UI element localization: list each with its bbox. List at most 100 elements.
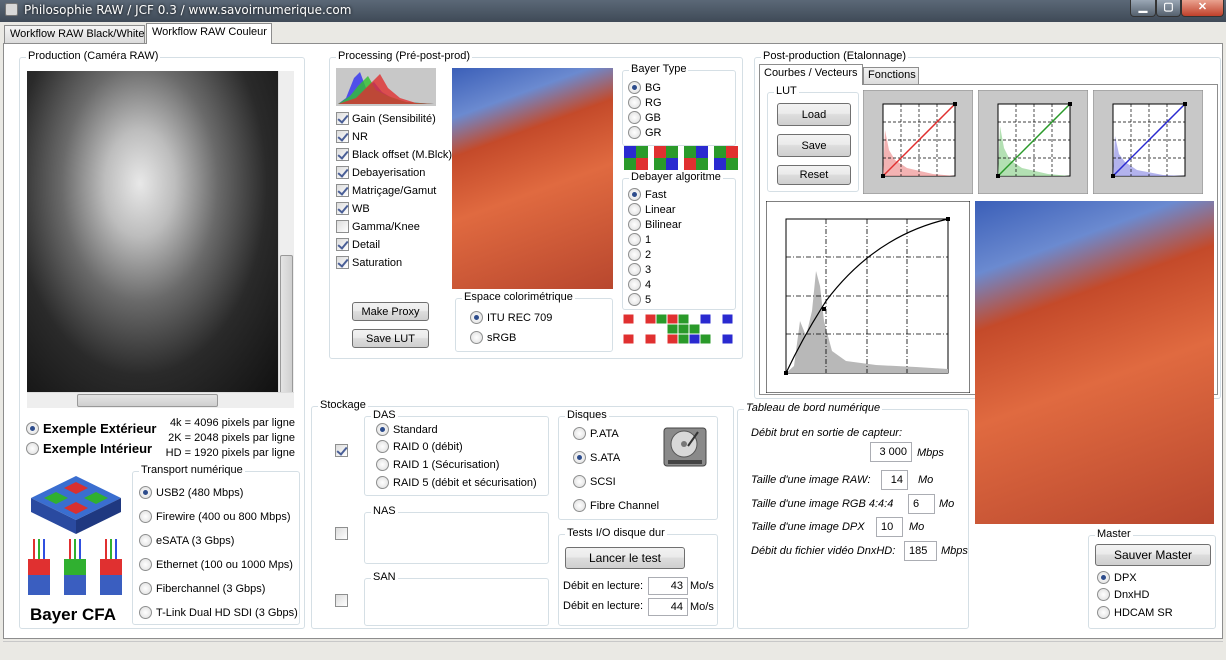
check-black-offset-box[interactable] [336,148,349,161]
maximize-button[interactable]: ▢ [1156,0,1181,17]
transport-esata[interactable]: eSATA (3 Gbps) [139,534,234,547]
check-gain[interactable]: Gain (Sensibilité) [336,112,436,125]
das-raid1-radio[interactable] [376,458,389,471]
check-san-box[interactable] [335,594,348,607]
tab-workflow-bw[interactable]: Workflow RAW Black/White [4,25,145,43]
debayer-3[interactable]: 3 [628,263,651,276]
check-nr[interactable]: NR [336,130,368,143]
master-curve-editor[interactable] [766,201,970,393]
lancer-test-button[interactable]: Lancer le test [565,547,685,569]
transport-tlink-radio[interactable] [139,606,152,619]
das-raid1[interactable]: RAID 1 (Sécurisation) [376,458,499,471]
bayer-bg[interactable]: BG [628,81,661,94]
espace-rec709[interactable]: ITU REC 709 [470,311,552,324]
horizontal-scroll-thumb[interactable] [77,394,218,407]
debayer-5-radio[interactable] [628,293,641,306]
disque-fibre[interactable]: Fibre Channel [573,499,659,512]
disque-fibre-radio[interactable] [573,499,586,512]
minimize-button[interactable]: ▁ [1130,0,1156,17]
save-lut-button[interactable]: Save LUT [352,329,429,348]
debayer-2-radio[interactable] [628,248,641,261]
tab-courbes[interactable]: Courbes / Vecteurs [759,64,863,85]
check-das[interactable] [335,444,351,457]
check-saturation-box[interactable] [336,256,349,269]
horizontal-scrollbar[interactable] [27,392,294,408]
espace-srgb[interactable]: sRGB [470,331,516,344]
check-das-box[interactable] [335,444,348,457]
disque-sata-radio[interactable] [573,451,586,464]
dpx-field[interactable] [876,517,903,537]
debayer-bilinear[interactable]: Bilinear [628,218,682,231]
master-hdcam[interactable]: HDCAM SR [1097,606,1173,619]
check-matricage-box[interactable] [336,184,349,197]
rgb-field[interactable] [908,494,935,514]
read2-field[interactable] [648,598,688,616]
check-san[interactable] [335,594,351,607]
das-raid5-radio[interactable] [376,476,389,489]
debayer-4-radio[interactable] [628,278,641,291]
check-debayerisation[interactable]: Debayerisation [336,166,425,179]
check-detail[interactable]: Detail [336,238,380,251]
transport-firewire-radio[interactable] [139,510,152,523]
das-raid0[interactable]: RAID 0 (débit) [376,440,463,453]
check-wb-box[interactable] [336,202,349,215]
lut-load-button[interactable]: Load [777,103,851,126]
lut-reset-button[interactable]: Reset [777,165,851,185]
make-proxy-button[interactable]: Make Proxy [352,302,429,321]
vertical-scrollbar[interactable] [278,71,294,395]
check-gain-box[interactable] [336,112,349,125]
check-gamma-knee[interactable]: Gamma/Knee [336,220,420,233]
bayer-gr[interactable]: GR [628,126,662,139]
check-detail-box[interactable] [336,238,349,251]
debayer-3-radio[interactable] [628,263,641,276]
transport-esata-radio[interactable] [139,534,152,547]
debayer-fast[interactable]: Fast [628,188,666,201]
dnx-field[interactable] [904,541,937,561]
debayer-fast-radio[interactable] [628,188,641,201]
debayer-1[interactable]: 1 [628,233,651,246]
lut-save-button[interactable]: Save [777,134,851,157]
transport-usb2-radio[interactable] [139,486,152,499]
debayer-2[interactable]: 2 [628,248,651,261]
tab-fonctions[interactable]: Fonctions [863,67,919,84]
bayer-rg[interactable]: RG [628,96,662,109]
master-hdcam-radio[interactable] [1097,606,1110,619]
das-raid0-radio[interactable] [376,440,389,453]
bayer-gr-radio[interactable] [628,126,641,139]
close-button[interactable]: ✕ [1181,0,1224,17]
debayer-5[interactable]: 5 [628,293,651,306]
radio-exterior[interactable]: Exemple Extérieur [26,421,156,436]
radio-exterior-dot[interactable] [26,422,39,435]
vertical-scroll-thumb[interactable] [280,255,293,395]
master-dnxhd-radio[interactable] [1097,588,1110,601]
debayer-bilinear-radio[interactable] [628,218,641,231]
check-gamma-knee-box[interactable] [336,220,349,233]
das-standard[interactable]: Standard [376,423,438,436]
radio-interior[interactable]: Exemple Intérieur [26,441,152,456]
master-dpx-radio[interactable] [1097,571,1110,584]
disque-pata-radio[interactable] [573,427,586,440]
read1-field[interactable] [648,577,688,595]
disque-sata[interactable]: S.ATA [573,451,620,464]
bayer-bg-radio[interactable] [628,81,641,94]
das-raid5[interactable]: RAID 5 (débit et sécurisation) [376,476,537,489]
debayer-4[interactable]: 4 [628,278,651,291]
check-debayerisation-box[interactable] [336,166,349,179]
debayer-linear[interactable]: Linear [628,203,676,216]
bayer-rg-radio[interactable] [628,96,641,109]
disque-scsi[interactable]: SCSI [573,475,616,488]
espace-srgb-radio[interactable] [470,331,483,344]
transport-fiberchannel-radio[interactable] [139,582,152,595]
disque-pata[interactable]: P.ATA [573,427,619,440]
bayer-gb-radio[interactable] [628,111,641,124]
transport-tlink[interactable]: T-Link Dual HD SDI (3 Gbps) [139,606,298,619]
master-dpx[interactable]: DPX [1097,571,1137,584]
espace-rec709-radio[interactable] [470,311,483,324]
check-nas-box[interactable] [335,527,348,540]
debit-field[interactable] [870,442,912,462]
transport-firewire[interactable]: Firewire (400 ou 800 Mbps) [139,510,291,523]
transport-usb2[interactable]: USB2 (480 Mbps) [139,486,243,499]
transport-ethernet[interactable]: Ethernet (100 ou 1000 Mps) [139,558,293,571]
master-dnxhd[interactable]: DnxHD [1097,588,1149,601]
debayer-linear-radio[interactable] [628,203,641,216]
